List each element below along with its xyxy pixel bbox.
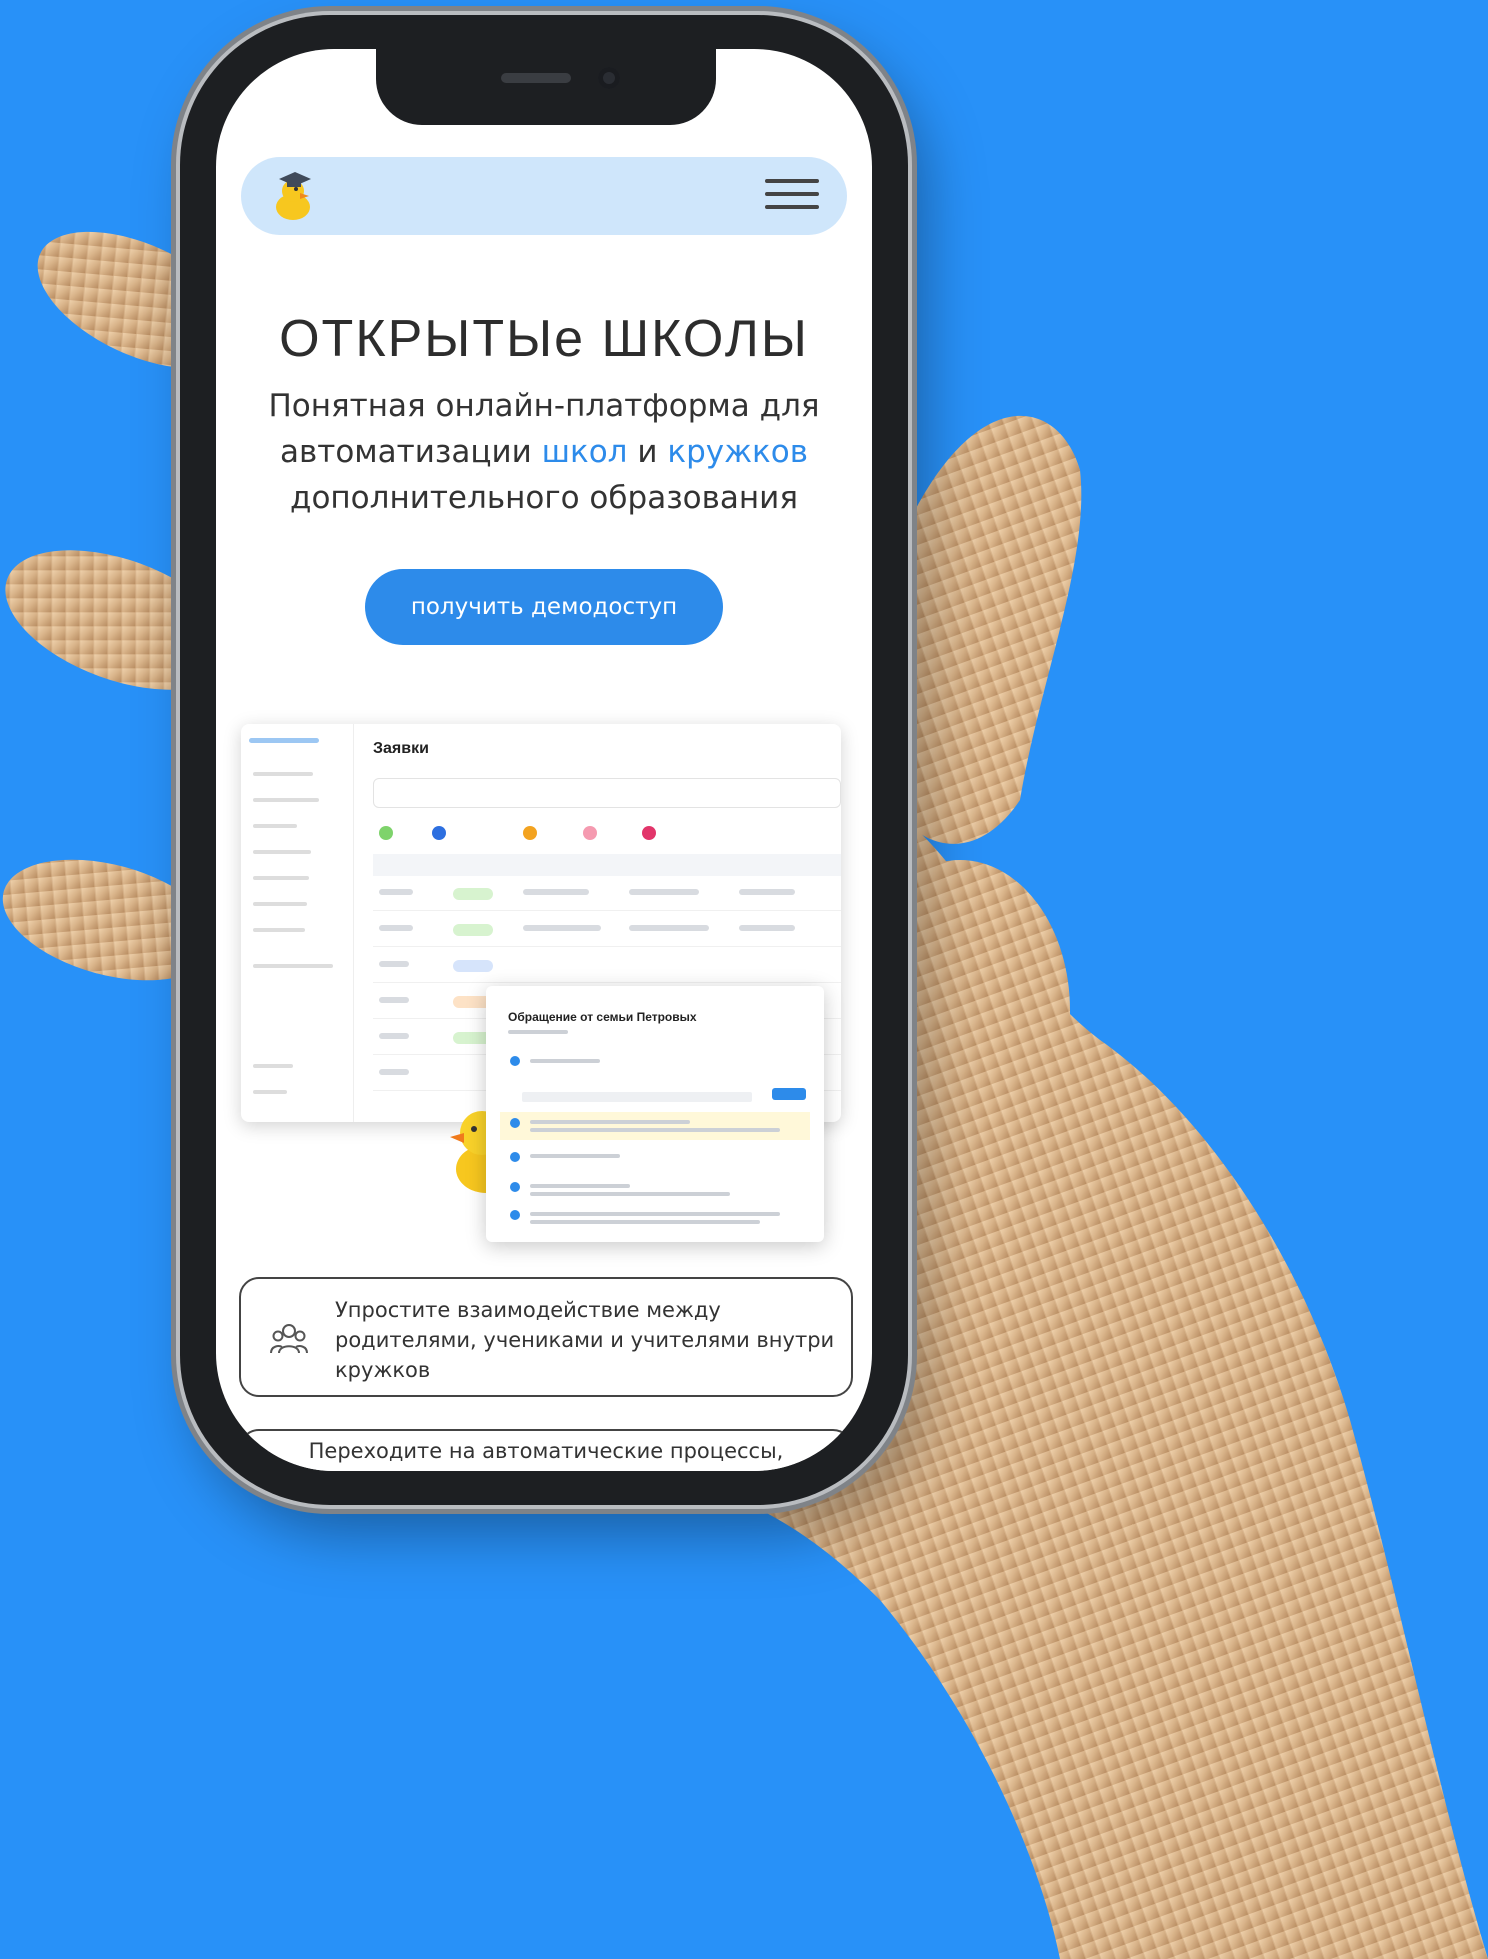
status-dot-orange [523,826,538,840]
table-cell [523,889,589,895]
popup-text-line [530,1120,690,1124]
mockup-status-filters [371,826,659,840]
status-tag [453,960,493,972]
hero-subtitle-line3: дополнительного образования [290,480,798,516]
avatar [510,1056,520,1066]
popup-text-line [530,1184,630,1188]
feature-card-automation: Переходите на автоматические процессы, [239,1429,853,1471]
hero-subtitle-text: автоматизации [280,434,542,470]
popup-text-line [530,1212,780,1216]
mockup-sidebar [241,724,354,1122]
hero-title: ОТКРЫТЫе ШКОЛЫ [279,310,809,368]
accent-schools: школ [541,434,628,470]
popup-text-line [530,1192,730,1196]
feature-text: Упростите взаимодействие между родителям… [335,1298,835,1382]
table-cell [629,889,699,895]
popup-text-line [530,1128,780,1132]
popup-highlighted-message [500,1112,810,1140]
mockup-menu-item [253,824,297,828]
popup-subtitle-line [508,1030,568,1034]
accent-clubs: кружков [667,434,808,470]
status-tag [453,924,493,936]
hero-subtitle-line2: автоматизации школ и кружков [236,429,852,475]
table-cell [379,1033,409,1039]
mockup-menu-item [253,964,333,968]
mockup-menu-item [253,772,313,776]
hero-subtitle: Понятная онлайн-платформа для автоматиза… [236,383,852,521]
feature-text: Переходите на автоматические процессы, [308,1439,784,1463]
family-request-popup: Обращение от семьи Петровых [486,986,824,1242]
avatar [510,1182,520,1192]
mockup-table-header [373,854,841,876]
mockup-search-field [373,778,841,808]
table-cell [379,961,409,967]
popup-title: Обращение от семьи Петровых [508,1010,697,1024]
table-cell [379,925,413,931]
table-cell [379,997,409,1003]
mockup-menu-item [253,1090,287,1094]
mockup-menu-item [253,928,305,932]
popup-reply-field [522,1092,752,1102]
avatar [510,1210,520,1220]
duck-graduate-logo-icon[interactable] [273,169,313,221]
hero-subtitle-line1: Понятная онлайн-платформа для [268,388,820,424]
table-row [373,880,841,911]
table-cell [629,925,709,931]
status-tag [453,888,493,900]
popup-text-line [530,1220,760,1224]
status-dot-green [379,826,393,840]
popup-send-button [772,1088,806,1100]
status-dot-red [641,826,656,840]
hamburger-menu-icon[interactable] [765,179,819,213]
popup-text-line [530,1154,620,1158]
popup-text-line [530,1059,600,1063]
status-dot-blue [432,826,447,840]
people-group-icon [270,1324,308,1354]
site-header [241,157,847,235]
table-row [373,952,841,983]
mockup-menu-item [253,902,307,906]
mockup-brand-placeholder [249,738,319,743]
phone-screen: ОТКРЫТЫе ШКОЛЫ Понятная онлайн-платформа… [216,49,872,1471]
hero-subtitle-text-mid: и [627,434,668,470]
table-cell [523,925,601,931]
mockup-menu-item [253,850,311,854]
table-cell [739,889,795,895]
mockup-menu-item [253,798,319,802]
table-cell [379,889,413,895]
speaker-grille [501,73,571,83]
avatar [510,1152,520,1162]
table-cell [379,1069,409,1075]
get-demo-access-button[interactable]: получить демодоступ [365,569,723,645]
mockup-menu-item [253,1064,293,1068]
thumb [905,415,1082,844]
feature-card-interaction: Упростите взаимодействие между родителям… [239,1277,853,1397]
mockup-menu-item [253,876,309,880]
table-cell [739,925,795,931]
mockup-page-title: Заявки [373,740,429,757]
front-camera-icon [598,67,620,89]
status-dot-pink [582,826,597,840]
avatar [510,1118,520,1128]
phone-notch [376,49,716,125]
table-row [373,916,841,947]
phone-frame: ОТКРЫТЫе ШКОЛЫ Понятная онлайн-платформа… [180,15,908,1505]
